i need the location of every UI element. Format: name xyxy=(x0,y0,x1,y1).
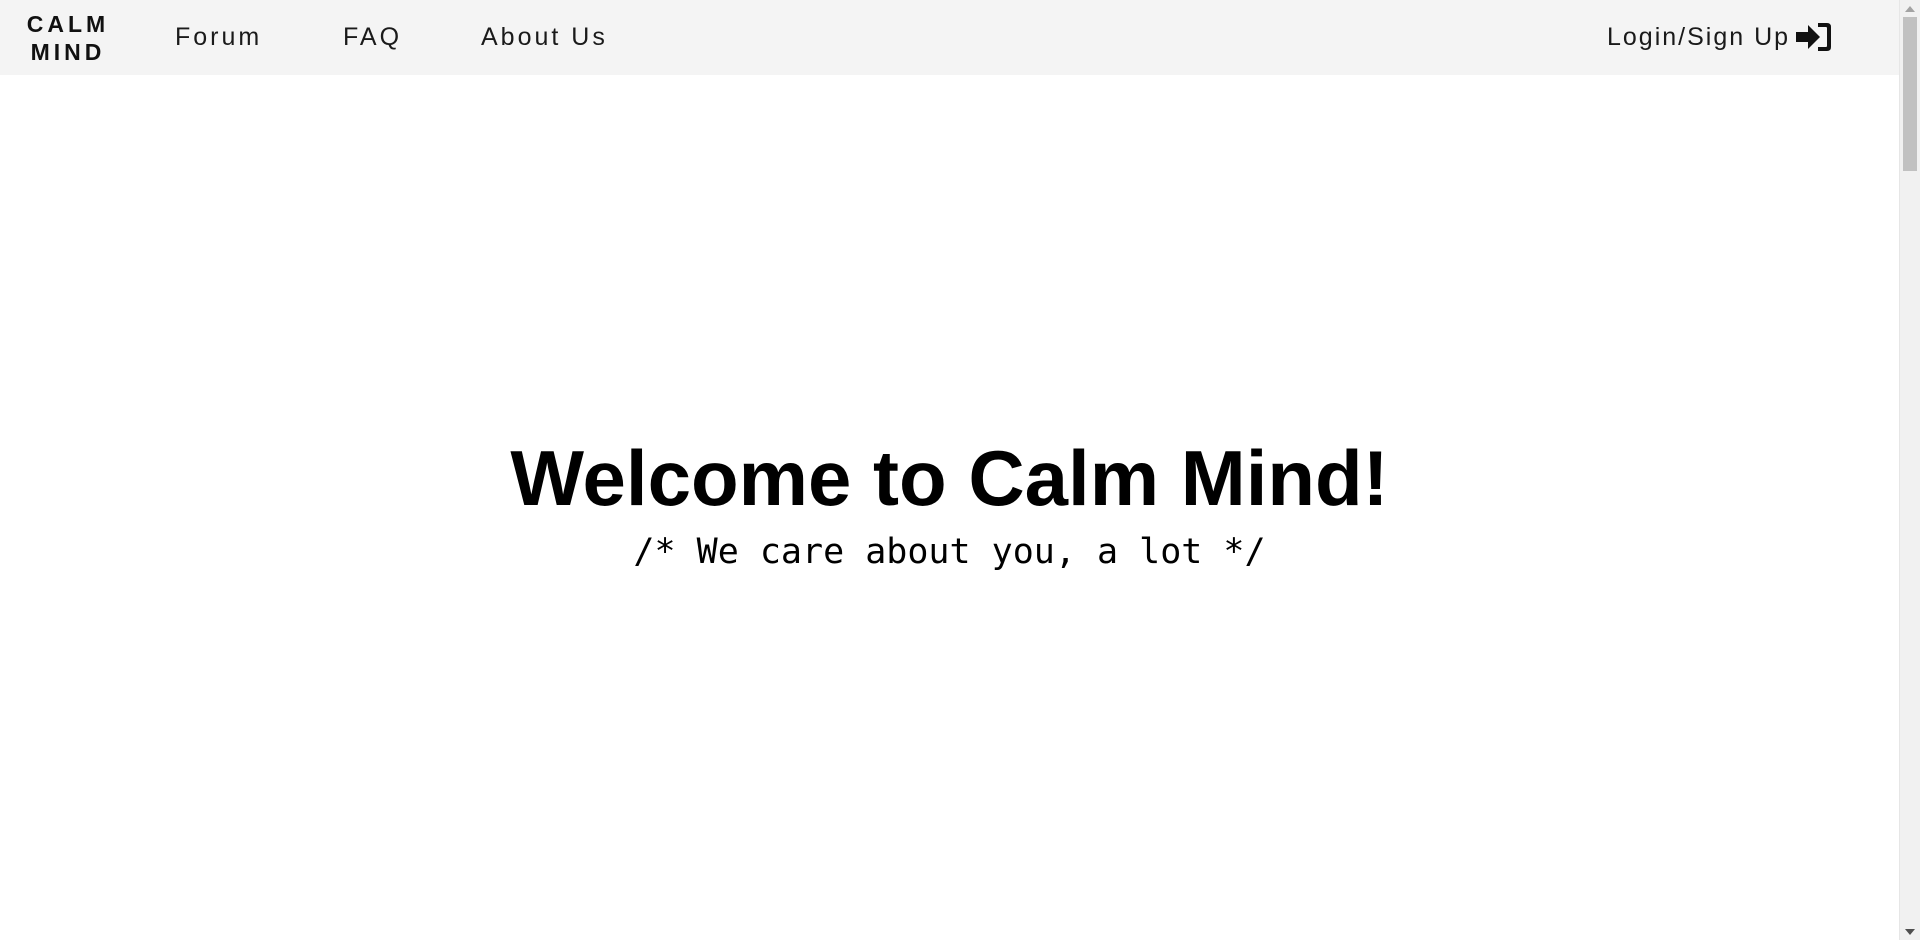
scroll-up-arrow-icon[interactable] xyxy=(1900,0,1920,17)
scrollbar-thumb[interactable] xyxy=(1903,17,1917,171)
hero-subtitle: /* We care about you, a lot */ xyxy=(633,532,1266,572)
hero-section: Welcome to Calm Mind! /* We care about y… xyxy=(0,430,1899,574)
page: CALM MIND Forum FAQ About Us Login/Sign … xyxy=(0,0,1920,940)
scroll-down-arrow-icon[interactable] xyxy=(1900,923,1920,940)
nav-link-faq[interactable]: FAQ xyxy=(343,21,402,53)
vertical-scrollbar[interactable] xyxy=(1899,0,1920,940)
nav-link-forum[interactable]: Forum xyxy=(175,21,262,53)
brand-line-2: MIND xyxy=(30,39,106,65)
top-navbar: CALM MIND Forum FAQ About Us Login/Sign … xyxy=(0,0,1899,75)
brand-line-1: CALM xyxy=(26,11,110,37)
login-signup-label: Login/Sign Up xyxy=(1607,23,1791,51)
hero-title: Welcome to Calm Mind! xyxy=(510,434,1389,522)
brand-logo[interactable]: CALM MIND xyxy=(24,10,112,66)
viewport: CALM MIND Forum FAQ About Us Login/Sign … xyxy=(0,0,1899,940)
nav-link-about-us[interactable]: About Us xyxy=(481,21,608,53)
sign-in-icon xyxy=(1794,19,1834,55)
login-signup-link[interactable]: Login/Sign Up xyxy=(1607,19,1834,55)
